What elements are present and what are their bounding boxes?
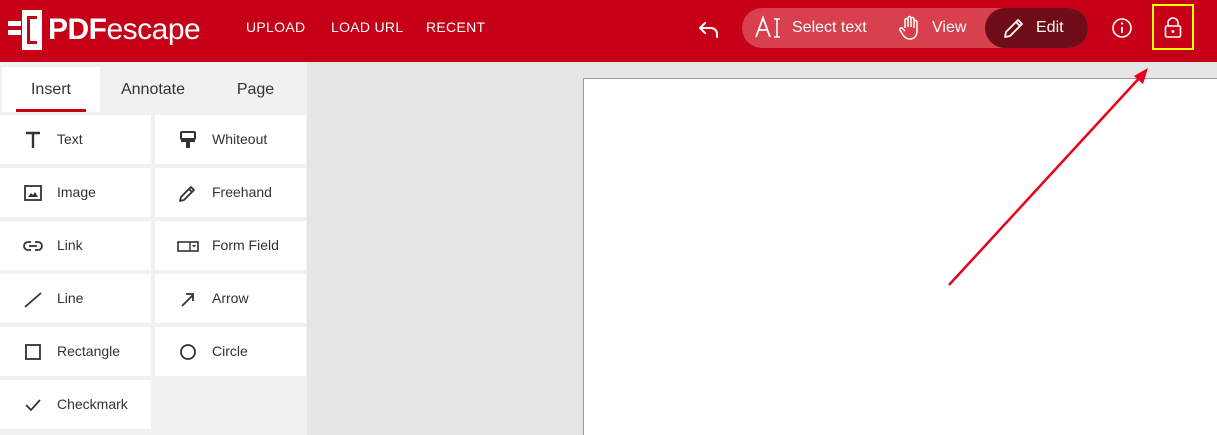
tab-annotate[interactable]: Annotate	[100, 67, 206, 112]
undo-icon[interactable]	[696, 17, 722, 43]
tool-line-label: Line	[57, 290, 84, 306]
arrow-icon	[181, 293, 194, 307]
info-icon[interactable]	[1110, 16, 1134, 40]
tool-freehand-label: Freehand	[212, 184, 272, 200]
whiteout-icon	[180, 131, 196, 148]
tool-arrow[interactable]: Arrow	[155, 274, 306, 323]
tool-checkmark-label: Checkmark	[57, 396, 128, 412]
checkmark-icon	[25, 399, 41, 412]
tool-circle[interactable]: Circle	[155, 327, 306, 376]
lock-button[interactable]	[1152, 4, 1194, 50]
lock-icon	[1164, 17, 1182, 38]
tab-insert[interactable]: Insert	[2, 67, 100, 112]
mode-select-text-label: Select text	[792, 19, 867, 36]
freehand-icon	[179, 186, 195, 202]
document-page[interactable]	[583, 78, 1217, 435]
tool-image-label: Image	[57, 184, 96, 200]
line-icon	[24, 292, 42, 308]
tool-freehand[interactable]: Freehand	[155, 168, 306, 217]
tool-form-field-label: Form Field	[212, 237, 279, 253]
logo-pdf: PDF	[48, 13, 107, 46]
tool-whiteout-label: Whiteout	[212, 131, 268, 147]
tool-whiteout[interactable]: Whiteout	[155, 115, 306, 164]
tool-text[interactable]: Text	[0, 115, 151, 164]
link-icon	[23, 241, 43, 251]
tool-link[interactable]: Link	[0, 221, 151, 270]
top-bar: PDFescape UPLOAD LOAD URL RECENT Select …	[0, 0, 1217, 62]
mode-view[interactable]: View	[898, 8, 966, 48]
tool-line[interactable]: Line	[0, 274, 151, 323]
text-icon	[26, 131, 40, 148]
pdfescape-logo[interactable]: PDFescape	[8, 6, 201, 54]
tool-arrow-label: Arrow	[212, 290, 249, 306]
mode-switcher: Select text View Edit	[742, 8, 1088, 48]
nav-recent[interactable]: RECENT	[426, 19, 485, 35]
nav-load-url[interactable]: LOAD URL	[331, 19, 403, 35]
panel-tabs: Insert Annotate Page	[0, 62, 307, 114]
tool-rectangle[interactable]: Rectangle	[0, 327, 151, 376]
pencil-icon	[1004, 19, 1023, 38]
mode-view-label: View	[932, 19, 967, 36]
form-field-icon	[177, 241, 199, 252]
tool-text-label: Text	[57, 131, 83, 147]
mode-select-text[interactable]: Select text	[754, 8, 867, 48]
mode-edit-label: Edit	[1036, 19, 1064, 36]
tool-rectangle-label: Rectangle	[57, 343, 121, 359]
tool-link-label: Link	[57, 237, 83, 253]
rectangle-icon	[25, 344, 41, 360]
pdfescape-logo-icon	[8, 10, 42, 50]
logo-wordmark: PDFescape	[48, 13, 201, 46]
nav-upload[interactable]: UPLOAD	[246, 19, 305, 35]
hand-icon	[899, 15, 918, 40]
tool-circle-label: Circle	[212, 343, 248, 359]
image-icon	[24, 185, 42, 201]
tool-panel: Insert Annotate Page Text Whiteout Image…	[0, 62, 307, 435]
tool-checkmark[interactable]: Checkmark	[0, 380, 151, 429]
tool-image[interactable]: Image	[0, 168, 151, 217]
mode-edit[interactable]: Edit	[985, 8, 1088, 48]
logo-escape: escape	[106, 13, 201, 46]
tab-page[interactable]: Page	[206, 67, 305, 112]
circle-icon	[180, 344, 196, 360]
select-text-icon	[755, 15, 780, 38]
tool-form-field[interactable]: Form Field	[155, 221, 306, 270]
